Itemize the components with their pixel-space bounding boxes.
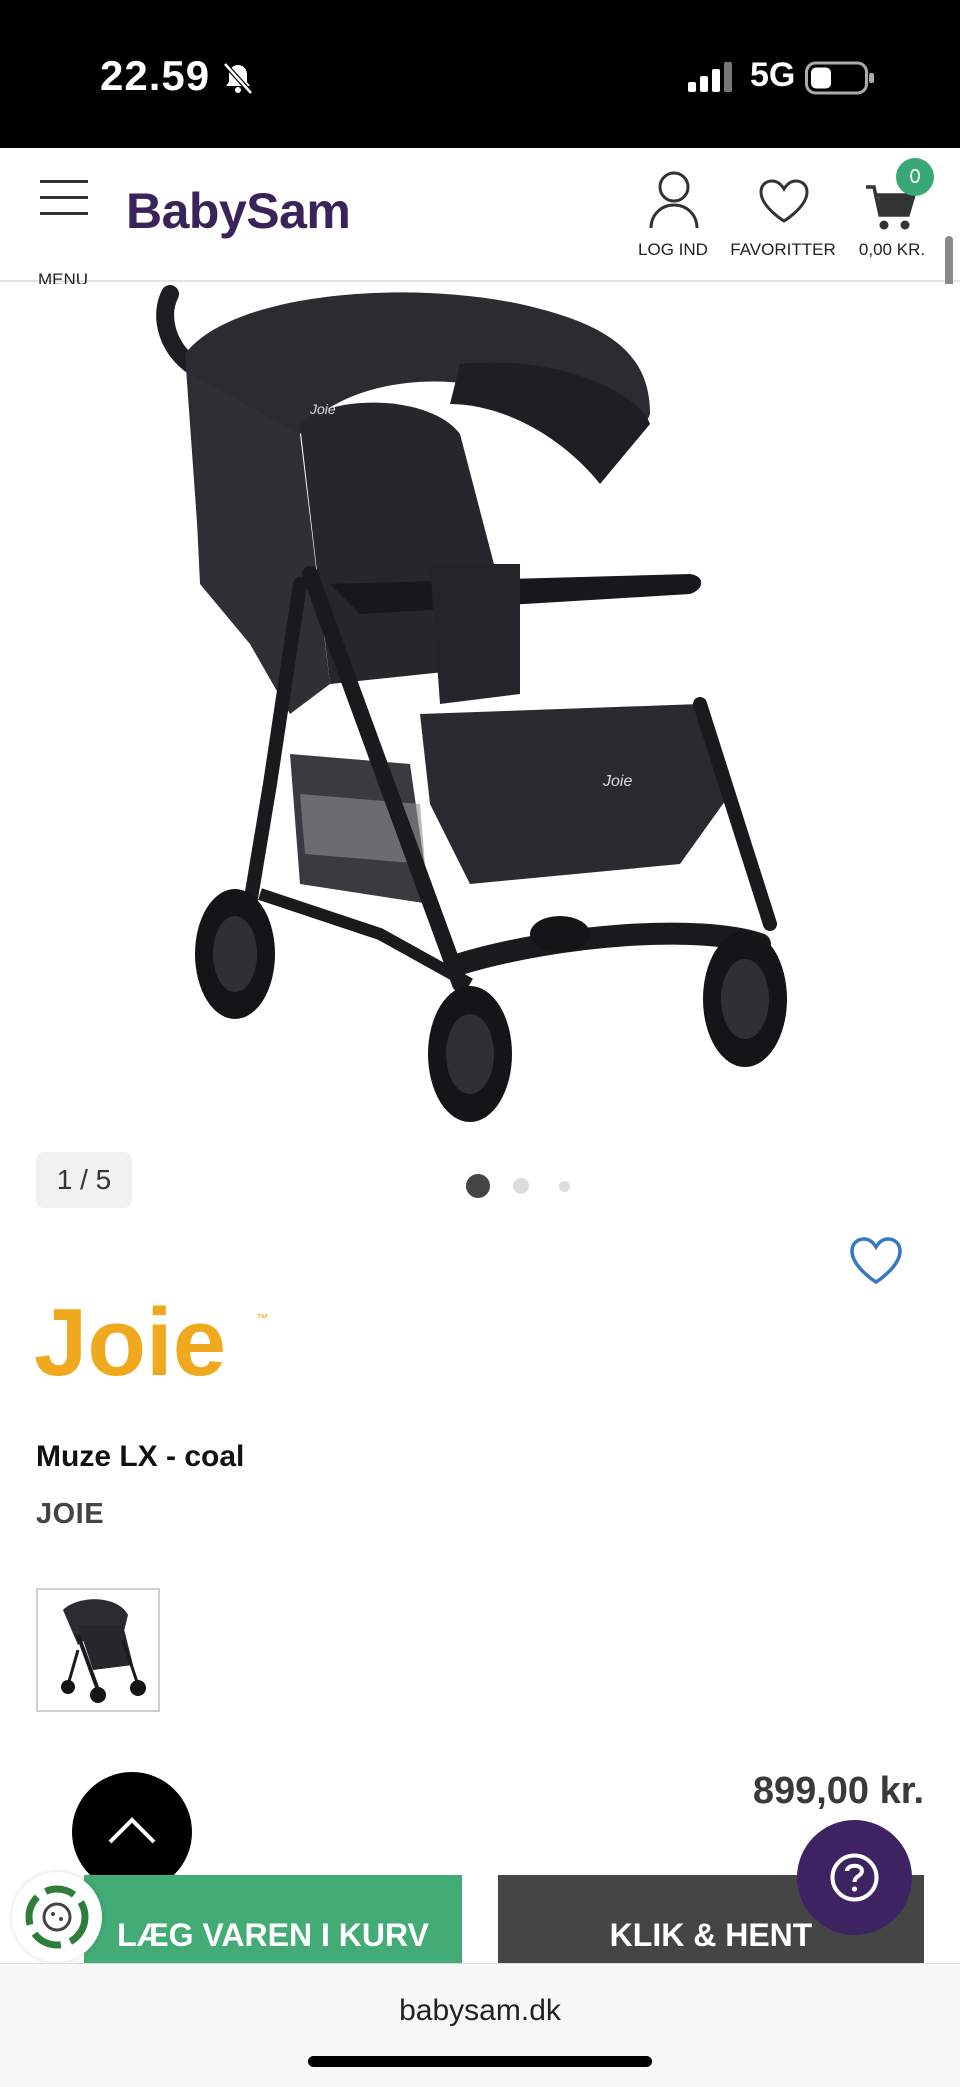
gallery-pagination[interactable] (466, 1172, 576, 1202)
cookie-icon (25, 1885, 89, 1949)
product-image-gallery[interactable]: Joie Joie (0, 284, 960, 1134)
add-favorite-heart-icon[interactable] (848, 1236, 904, 1286)
home-indicator[interactable] (308, 2056, 652, 2067)
user-icon (649, 171, 699, 229)
browser-address-bar[interactable]: babysam.dk (0, 1963, 960, 2087)
gallery-dot[interactable] (466, 1174, 490, 1198)
product-price: 899,00 kr. (752, 1770, 924, 1812)
site-header: MENU BabySam LOG IND FAVORITTER 0,00 KR.… (0, 148, 960, 289)
product-thumbnail[interactable] (36, 1588, 160, 1712)
gallery-dot[interactable] (559, 1181, 570, 1192)
favorites-button[interactable]: FAVORITTER (728, 170, 838, 280)
add-to-cart-button[interactable]: LÆG VAREN I KURV (84, 1875, 462, 1965)
gallery-counter: 1 / 5 (36, 1152, 132, 1208)
signal-icon (688, 62, 732, 92)
thumbnail-image (61, 1599, 146, 1703)
brand-logo-text: Joie (34, 1289, 226, 1390)
bell-off-icon (223, 62, 253, 95)
product-brand[interactable]: JOIE (36, 1498, 104, 1531)
seat-logo-print: Joie (602, 773, 632, 790)
site-logo[interactable]: BabySam (126, 182, 351, 240)
status-time: 22.59 (100, 52, 211, 99)
login-label: LOG IND (638, 240, 708, 259)
menu-button[interactable]: MENU (34, 178, 94, 289)
hamburger-icon (40, 180, 88, 215)
url-text[interactable]: babysam.dk (0, 1994, 960, 2028)
login-button[interactable]: LOG IND (630, 170, 716, 280)
gallery-dot[interactable] (513, 1178, 529, 1194)
joie-logo-graphic: Joie ™ (34, 1289, 268, 1396)
svg-text:™: ™ (256, 1311, 268, 1325)
help-button[interactable] (797, 1820, 912, 1935)
question-icon (830, 1853, 879, 1902)
cart-total: 0,00 KR. (858, 240, 926, 259)
cookie-settings-button[interactable] (12, 1872, 102, 1962)
network-type: 5G (750, 56, 796, 94)
brand-logo[interactable]: Joie ™ (34, 1280, 284, 1396)
favorites-label: FAVORITTER (730, 240, 836, 259)
battery-icon (805, 61, 874, 95)
product-name: Muze LX - coal (36, 1440, 245, 1473)
product-image: Joie Joie (156, 285, 787, 1122)
heart-icon (759, 179, 809, 223)
canopy-logo-print: Joie (309, 401, 336, 417)
status-bar: 22.59 5G (0, 0, 960, 148)
cart-count-badge: 0 (896, 158, 934, 196)
